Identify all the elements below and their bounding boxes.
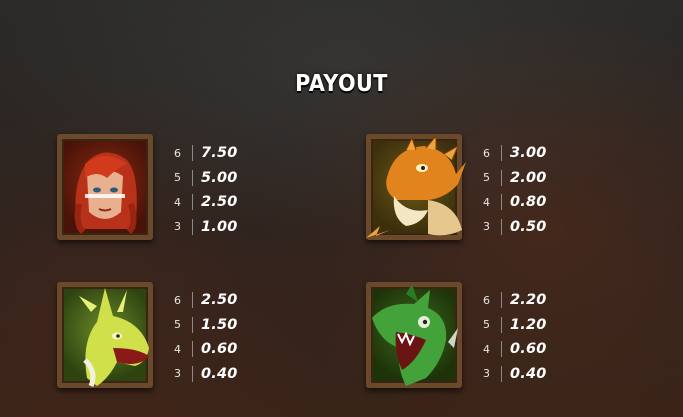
- payout-row: 3 1.00: [174, 215, 264, 240]
- payout-row: 4 0.60: [174, 337, 264, 362]
- payout-row: 4 0.60: [483, 337, 573, 362]
- symbol-count: 6: [483, 146, 490, 160]
- payout-value: 0.60: [510, 341, 547, 358]
- orange-dragon-icon: [366, 134, 466, 238]
- payout-value: 0.80: [510, 194, 547, 211]
- payout-value: 0.60: [201, 341, 238, 358]
- yellow-dragon-symbol-tile: [57, 282, 153, 388]
- divider: [192, 292, 193, 309]
- payout-value: 1.50: [201, 316, 238, 333]
- payout-row: 4 0.80: [483, 190, 573, 215]
- orange-dragon-paytable: 6 3.00 5 2.00 4 0.80 3 0.50: [483, 141, 573, 239]
- payout-row: 6 3.00: [483, 141, 573, 166]
- payout-value: 2.00: [510, 169, 547, 186]
- payout-row: 6 2.20: [483, 288, 573, 313]
- divider: [501, 316, 502, 333]
- payout-value: 0.40: [510, 365, 547, 382]
- divider: [501, 341, 502, 358]
- symbol-count: 3: [483, 220, 490, 234]
- green-dragon-icon: [372, 284, 458, 386]
- symbol-count: 5: [483, 171, 490, 185]
- symbol-count: 6: [174, 146, 181, 160]
- payout-value: 1.20: [510, 316, 547, 333]
- yellow-dragon-icon: [79, 288, 149, 387]
- payout-row: 3 0.40: [483, 362, 573, 387]
- symbol-count: 3: [174, 220, 181, 234]
- divider: [192, 341, 193, 358]
- divider: [192, 218, 193, 235]
- symbol-count: 3: [483, 367, 490, 381]
- payout-row: 5 1.50: [174, 313, 264, 338]
- symbol-count: 3: [174, 367, 181, 381]
- symbol-count: 4: [174, 195, 181, 209]
- divider: [501, 169, 502, 186]
- green-dragon-symbol-tile: [366, 282, 462, 388]
- warrior-symbol-tile: [57, 134, 153, 240]
- payout-row: 6 2.50: [174, 288, 264, 313]
- divider: [501, 365, 502, 382]
- divider: [192, 194, 193, 211]
- divider: [192, 316, 193, 333]
- warrior-paytable: 6 7.50 5 5.00 4 2.50 3 1.00: [174, 141, 264, 239]
- symbol-count: 5: [174, 171, 181, 185]
- divider: [501, 145, 502, 162]
- payout-value: 0.50: [510, 218, 547, 235]
- payout-value: 5.00: [201, 169, 238, 186]
- symbol-count: 6: [174, 293, 181, 307]
- payout-value: 0.40: [201, 365, 238, 382]
- payout-value: 2.50: [201, 292, 238, 309]
- yellow-dragon-paytable: 6 2.50 5 1.50 4 0.60 3 0.40: [174, 288, 264, 386]
- symbol-count: 6: [483, 293, 490, 307]
- symbol-count: 4: [174, 342, 181, 356]
- payout-title: PAYOUT: [295, 71, 388, 97]
- divider: [192, 365, 193, 382]
- divider: [501, 292, 502, 309]
- payout-value: 2.20: [510, 292, 547, 309]
- payout-row: 4 2.50: [174, 190, 264, 215]
- orange-dragon-symbol-tile: [366, 134, 466, 240]
- payout-row: 6 7.50: [174, 141, 264, 166]
- payout-row: 3 0.50: [483, 215, 573, 240]
- payout-row: 5 2.00: [483, 166, 573, 191]
- symbol-count: 4: [483, 342, 490, 356]
- payout-row: 5 1.20: [483, 313, 573, 338]
- divider: [501, 218, 502, 235]
- warrior-portrait-icon: [74, 152, 137, 235]
- green-dragon-paytable: 6 2.20 5 1.20 4 0.60 3 0.40: [483, 288, 573, 386]
- symbol-count: 4: [483, 195, 490, 209]
- payout-value: 7.50: [201, 145, 238, 162]
- symbol-count: 5: [483, 318, 490, 332]
- divider: [192, 169, 193, 186]
- payout-value: 3.00: [510, 145, 547, 162]
- payout-value: 1.00: [201, 218, 238, 235]
- divider: [501, 194, 502, 211]
- divider: [192, 145, 193, 162]
- payout-row: 5 5.00: [174, 166, 264, 191]
- payout-value: 2.50: [201, 194, 238, 211]
- payout-row: 3 0.40: [174, 362, 264, 387]
- symbol-count: 5: [174, 318, 181, 332]
